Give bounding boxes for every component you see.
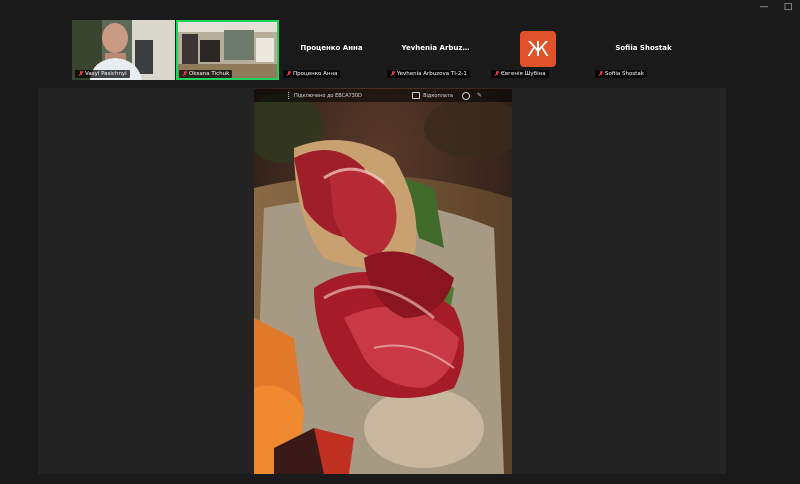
participant-name-tag: Yevhenia Arbuzova TI-2-1 — [387, 70, 470, 78]
participant-name: Yevhenia Arbuzova TI-2-1 — [397, 71, 467, 77]
participant-name: Проценко Анна — [293, 71, 338, 77]
participant-name: Oksana Tichuk — [189, 71, 230, 77]
participant-display-name: Sofiia Shostak — [615, 44, 672, 52]
muted-mic-icon — [598, 71, 603, 77]
muted-mic-icon — [182, 71, 187, 77]
participant-name-tag: Євгенія Шубіна — [491, 70, 549, 78]
muted-mic-icon — [390, 71, 395, 77]
muted-mic-icon — [286, 71, 291, 77]
participant-name-tag: Oksana Tichuk — [179, 70, 233, 78]
participant-display-name: Yevhenia Arbuz… — [401, 44, 470, 52]
screen-share-toolbar: Підключено до EBCA730D Відкоплата ✎ — [254, 89, 512, 102]
view-options-icon[interactable] — [412, 92, 421, 99]
avatar: Ж — [520, 31, 556, 67]
maximize-icon[interactable]: □ — [782, 1, 794, 13]
muted-mic-icon — [78, 71, 83, 77]
participant-tile-3[interactable]: Проценко Анна Проценко Анна — [280, 20, 383, 80]
participant-tile-4[interactable]: Yevhenia Arbuz… Yevhenia Arbuzova TI-2-1 — [384, 20, 487, 80]
participant-name-tag: Проценко Анна — [283, 70, 341, 78]
drag-handle-icon[interactable] — [288, 92, 291, 99]
pin-icon[interactable]: ✎ — [477, 92, 482, 99]
share-connected-label: Підключено до EBCA730D — [294, 92, 362, 99]
participant-tile-6[interactable]: Sofiia Shostak Sofiia Shostak — [592, 20, 695, 80]
participant-display-name: Проценко Анна — [300, 44, 363, 52]
participant-name-tag: Sofiia Shostak — [595, 70, 647, 78]
gear-icon[interactable] — [461, 91, 470, 100]
participant-name: Євгенія Шубіна — [501, 71, 546, 77]
participant-tile-1[interactable]: Vasyl Pasichnyi — [72, 20, 175, 80]
participant-name: Vasyl Pasichnyi — [85, 71, 127, 77]
food-photo — [254, 88, 512, 474]
participant-tile-5[interactable]: Ж Євгенія Шубіна — [488, 20, 591, 80]
window-controls: — □ — [758, 0, 794, 14]
view-options-button[interactable]: Відкоплата — [423, 93, 453, 99]
muted-mic-icon — [494, 71, 499, 77]
participant-tile-2[interactable]: Oksana Tichuk — [176, 20, 279, 80]
shared-screen-image — [254, 88, 512, 474]
participant-name-tag: Vasyl Pasichnyi — [75, 70, 130, 78]
participant-name: Sofiia Shostak — [605, 71, 644, 77]
minimize-icon[interactable]: — — [758, 1, 770, 13]
